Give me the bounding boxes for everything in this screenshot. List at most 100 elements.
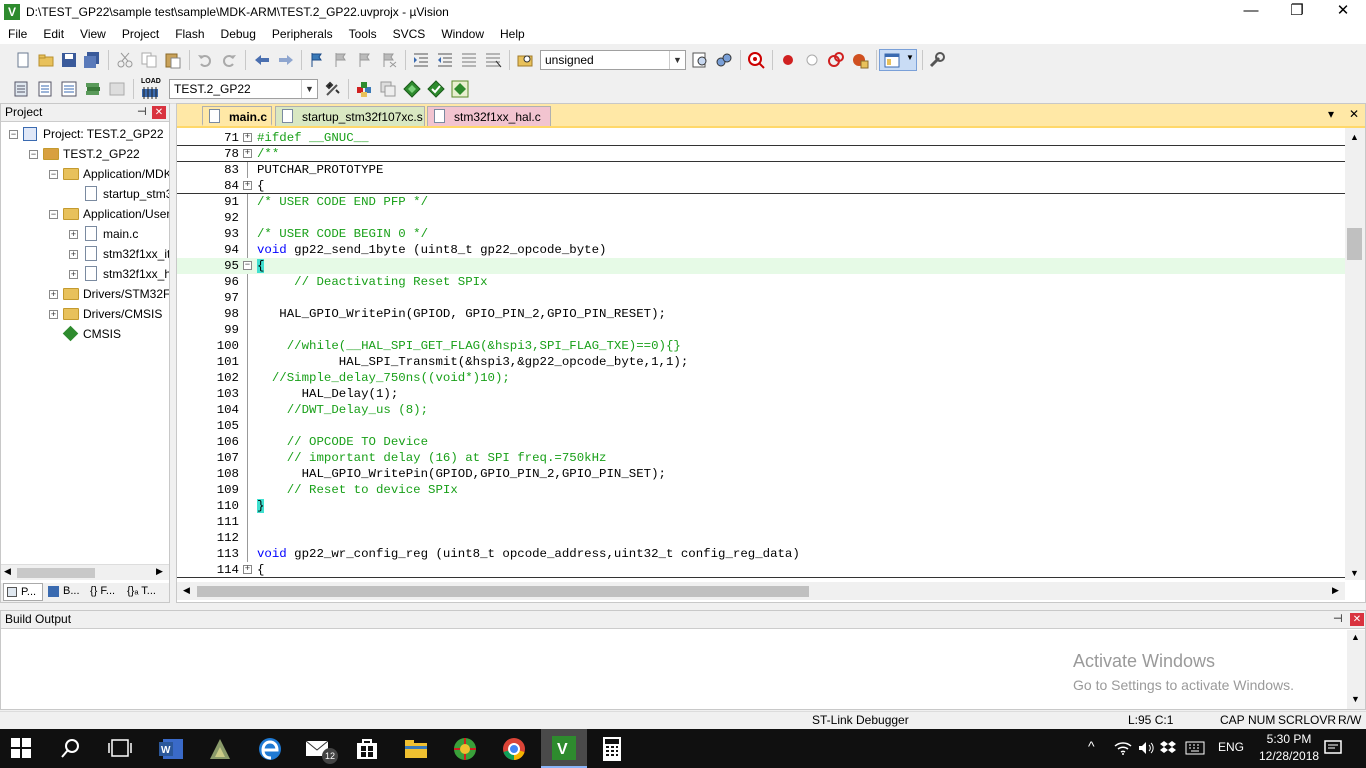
rebuild-icon[interactable] [60,80,78,98]
undo-icon[interactable] [196,51,214,69]
stop-build-icon[interactable] [108,80,126,98]
paste-icon[interactable] [164,51,182,69]
redo-icon[interactable] [220,51,238,69]
uncomment-icon[interactable] [484,51,502,69]
tree-item[interactable]: − TEST.2_GP22 [1,144,169,164]
tab-main-c[interactable]: main.c [202,106,272,126]
nav-forward-icon[interactable] [277,51,295,69]
tab-list-dropdown-icon[interactable]: ▾ [1328,107,1334,121]
expand-icon[interactable]: + [69,230,78,239]
tree-item[interactable]: − Project: TEST.2_GP22 [1,124,169,144]
wifi-icon[interactable] [1114,740,1132,756]
manage-run-time-icon[interactable] [451,80,469,98]
menu-edit[interactable]: Edit [35,27,72,41]
close-button[interactable]: ✕ [1320,0,1366,24]
copy-icon[interactable] [140,51,158,69]
translate-icon[interactable] [12,80,30,98]
tab-project[interactable]: P... [3,583,43,601]
scroll-thumb[interactable] [17,568,95,578]
indent-icon[interactable] [412,51,430,69]
scroll-up-icon[interactable]: ▲ [1351,632,1360,642]
file-explorer-icon[interactable] [402,735,430,763]
copy-components-icon[interactable] [379,80,397,98]
find-combo[interactable]: unsigned ▼ [540,50,686,70]
tree-item[interactable]: + Drivers/STM32F1xx_HAL_Driver [1,284,169,304]
new-file-icon[interactable] [14,51,32,69]
tree-item[interactable]: + stm32f1xx_hal_msp.c [1,264,169,284]
expand-icon[interactable]: + [243,149,252,158]
nav-back-icon[interactable] [253,51,271,69]
expand-icon[interactable]: + [49,310,58,319]
configure-icon[interactable] [928,51,946,69]
horizontal-scrollbar[interactable]: ◀ ▶ [177,582,1345,600]
next-bookmark-icon[interactable] [356,51,374,69]
calculator-icon[interactable] [598,735,626,763]
tab-hal-file[interactable]: stm32f1xx_hal.c [427,106,551,126]
menu-svcs[interactable]: SVCS [385,27,434,41]
incremental-find-icon[interactable] [715,51,733,69]
target-combo[interactable]: TEST.2_GP22 ▼ [169,79,318,99]
restore-button[interactable]: ❐ [1274,0,1320,24]
dropbox-icon[interactable] [1160,740,1176,756]
kill-breakpoints-icon[interactable] [827,51,845,69]
expand-icon[interactable]: + [243,181,252,190]
scroll-right-icon[interactable]: ▶ [156,566,163,577]
scroll-up-icon[interactable]: ▲ [1350,132,1359,142]
bookmark-icon[interactable] [308,51,326,69]
tree-item[interactable]: + main.c [1,224,169,244]
menu-peripherals[interactable]: Peripherals [264,27,341,41]
vertical-scrollbar[interactable]: ▲ ▼ [1347,630,1365,709]
menu-project[interactable]: Project [114,27,167,41]
chevron-down-icon[interactable]: ▼ [669,51,685,69]
tree-item[interactable]: CMSIS [1,324,169,344]
expand-icon[interactable]: + [69,270,78,279]
clock-date[interactable]: 12/28/2018 [1259,749,1319,763]
menu-tools[interactable]: Tools [341,27,385,41]
scroll-left-icon[interactable]: ◀ [183,585,190,596]
pin-icon[interactable]: ⊣ [137,104,147,121]
collapse-icon[interactable]: − [49,210,58,219]
select-packs-icon[interactable] [403,80,421,98]
find-icon[interactable] [691,51,709,69]
chevron-down-icon[interactable]: ▼ [301,80,317,98]
open-icon[interactable] [37,51,55,69]
code-editor[interactable]: 71 + #ifdef __GNUC__ 78 + /** 83 PUTCHAR_PROTOT… [177,128,1345,580]
scroll-thumb[interactable] [1347,228,1362,260]
collapse-icon[interactable]: − [29,150,38,159]
word-icon[interactable]: W [157,735,185,763]
windows-start-icon[interactable] [10,737,32,759]
edge-icon[interactable] [256,735,284,763]
chevron-down-icon[interactable]: ▼ [906,53,914,62]
target-options-icon[interactable] [324,80,342,98]
tree-item[interactable]: startup_stm32f107xc.s [1,184,169,204]
collapse-icon[interactable]: − [9,130,18,139]
window-layout-button[interactable]: ▼ [879,49,917,71]
search-icon[interactable] [60,737,82,759]
collapse-icon[interactable]: − [49,170,58,179]
menu-flash[interactable]: Flash [167,27,212,41]
menu-file[interactable]: File [0,27,35,41]
menu-window[interactable]: Window [433,27,492,41]
save-all-icon[interactable] [83,51,101,69]
tree-item[interactable]: + stm32f1xx_it.c [1,244,169,264]
menu-view[interactable]: View [72,27,114,41]
cut-icon[interactable] [116,51,134,69]
horizontal-scrollbar[interactable]: ◀ ▶ [1,564,169,580]
network-app-icon[interactable] [451,735,479,763]
panel-close-icon[interactable]: ✕ [1350,613,1364,626]
tab-functions[interactable]: {} F... [87,583,125,601]
scroll-thumb[interactable] [197,586,809,597]
unindent-icon[interactable] [436,51,454,69]
find-in-files-icon[interactable] [516,51,534,69]
language-indicator[interactable]: ENG [1218,740,1244,754]
comment-icon[interactable] [460,51,478,69]
disable-breakpoint-icon[interactable] [803,51,821,69]
scroll-left-icon[interactable]: ◀ [4,566,11,577]
menu-help[interactable]: Help [492,27,533,41]
keyboard-icon[interactable] [1185,741,1205,755]
download-button[interactable]: LOAD [139,78,163,100]
breakpoint-icon[interactable] [779,51,797,69]
debug-icon[interactable] [747,51,765,69]
tab-startup-file[interactable]: startup_stm32f107xc.s [275,106,425,126]
store-icon[interactable] [353,735,381,763]
